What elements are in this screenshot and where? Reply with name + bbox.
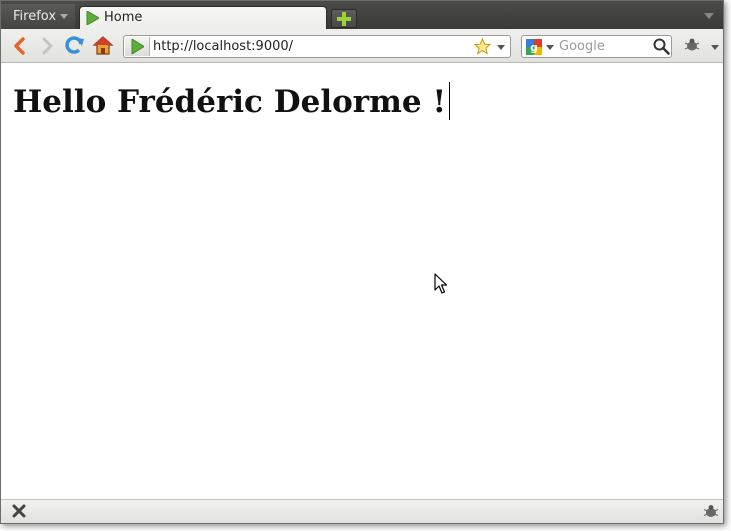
reload-icon[interactable] — [64, 35, 86, 57]
svg-text:g: g — [530, 41, 538, 54]
bug-icon[interactable] — [702, 504, 720, 519]
page-heading: Hello Frédéric Delorme ! — [13, 82, 451, 120]
back-arrow-icon[interactable] — [9, 35, 31, 57]
search-engine-dropdown-icon[interactable] — [546, 45, 554, 50]
plus-icon — [337, 12, 351, 26]
new-tab-button[interactable] — [331, 9, 357, 28]
google-icon[interactable]: g — [526, 39, 542, 55]
home-icon[interactable] — [92, 35, 114, 57]
chevron-down-icon — [60, 14, 69, 19]
tab-bar: Firefox Home — [1, 1, 723, 29]
star-icon[interactable] — [474, 38, 491, 55]
text-caret — [449, 82, 451, 120]
navigation-toolbar: http://localhost:9000/ g Google — [1, 29, 723, 63]
play-favicon-icon — [86, 11, 99, 25]
close-icon[interactable] — [12, 504, 26, 518]
tab-home[interactable]: Home — [79, 6, 327, 29]
mouse-pointer-icon — [434, 273, 448, 294]
addon-dropdown-icon[interactable] — [711, 45, 719, 50]
site-identity-button[interactable] — [125, 37, 150, 56]
forward-arrow-icon[interactable] — [36, 35, 58, 57]
list-all-tabs-icon[interactable] — [704, 13, 714, 19]
tab-title: Home — [104, 10, 143, 25]
firefox-menu-label: Firefox — [13, 9, 57, 24]
add-on-bar — [1, 499, 723, 523]
bug-icon[interactable] — [683, 37, 701, 53]
url-history-dropdown-icon[interactable] — [497, 45, 505, 50]
firefox-menu-button[interactable]: Firefox — [1, 4, 75, 29]
address-bar[interactable]: http://localhost:9000/ — [123, 35, 511, 58]
magnifier-icon[interactable] — [653, 38, 670, 55]
search-bar[interactable]: g Google — [521, 35, 672, 58]
search-placeholder: Google — [559, 39, 605, 54]
page-content: Hello Frédéric Delorme ! — [1, 63, 723, 499]
play-favicon-icon — [131, 39, 144, 54]
url-text: http://localhost:9000/ — [153, 39, 294, 54]
browser-window: Firefox Home http://localhost:9000/ g Go… — [0, 0, 724, 524]
heading-text: Hello Frédéric Delorme ! — [13, 84, 447, 120]
